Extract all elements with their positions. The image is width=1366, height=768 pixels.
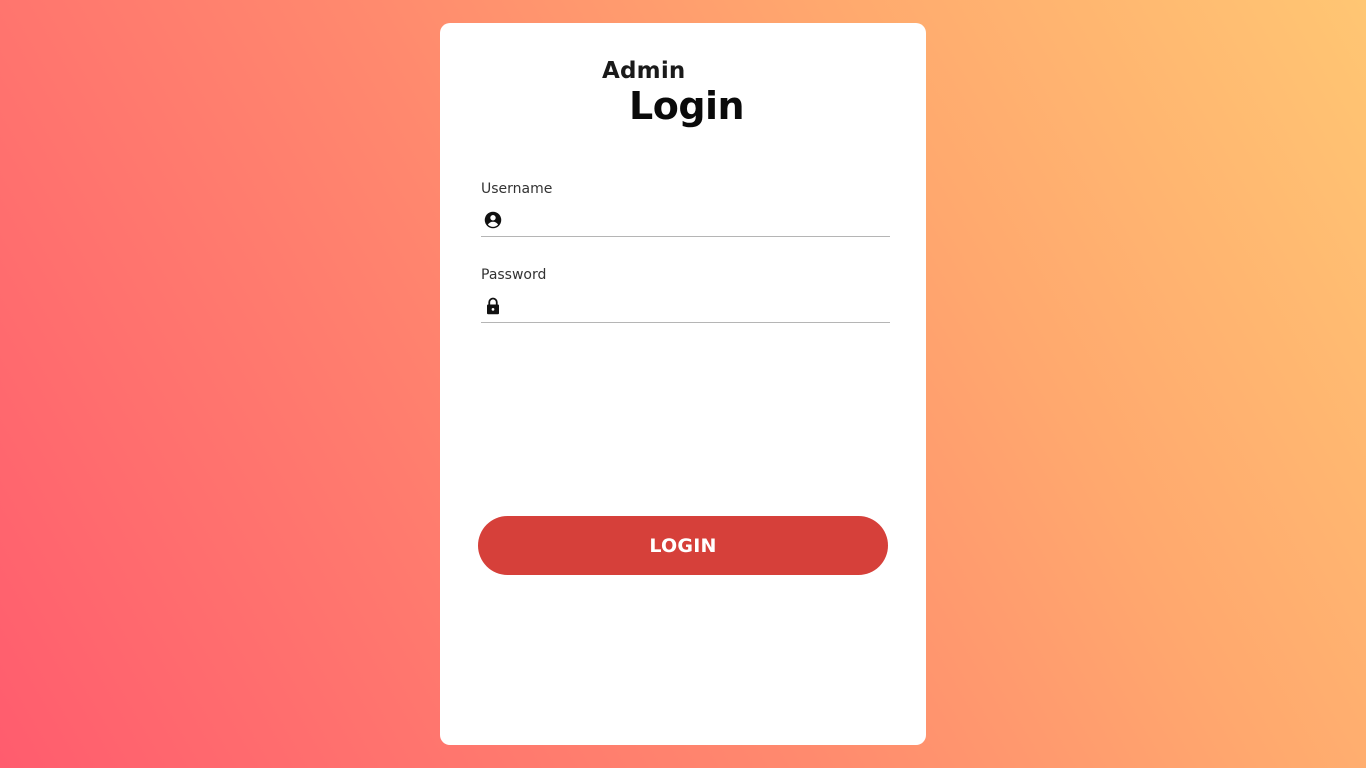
login-title: Login	[629, 84, 745, 128]
username-input-row	[481, 204, 890, 237]
username-label: Username	[481, 181, 553, 197]
login-subtitle: Admin	[602, 58, 686, 84]
password-field: Password	[481, 266, 890, 323]
password-label: Password	[481, 267, 547, 283]
username-field: Username	[481, 180, 890, 237]
login-card: Admin Login Username Password LOGIN	[440, 23, 926, 745]
password-input[interactable]	[505, 291, 890, 321]
password-input-row	[481, 290, 890, 323]
user-circle-icon	[481, 208, 505, 232]
username-input[interactable]	[505, 205, 890, 235]
login-button[interactable]: LOGIN	[478, 516, 888, 575]
lock-icon	[481, 294, 505, 318]
